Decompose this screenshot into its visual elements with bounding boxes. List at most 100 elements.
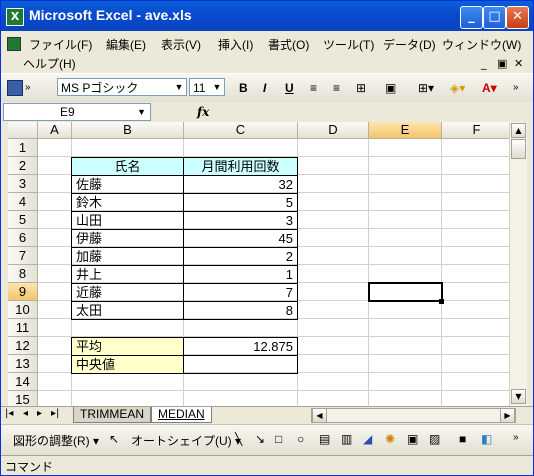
vertical-textbox-icon[interactable]: ▥ — [341, 432, 352, 446]
merge-center-icon[interactable]: ⊞ — [356, 78, 366, 98]
row-header-14[interactable]: 14 — [8, 373, 38, 391]
table-cell-name[interactable]: 佐藤 — [71, 175, 184, 194]
worksheet-grid[interactable]: A B C D E F 1 2 3 4 5 6 7 8 9 10 11 12 1… — [8, 122, 509, 406]
currency-icon[interactable]: ▣ — [385, 78, 396, 98]
underline-button[interactable]: U — [285, 78, 294, 98]
menu-help[interactable]: ヘルプ(H) — [23, 55, 76, 72]
column-header-d[interactable]: D — [298, 122, 369, 139]
scroll-right-icon[interactable]: ▶ — [500, 408, 515, 423]
save-icon[interactable] — [7, 80, 23, 96]
prev-sheet-icon[interactable]: ◂ — [23, 408, 28, 419]
table-cell-name[interactable]: 井上 — [71, 265, 184, 284]
align-center-icon[interactable]: ≡ — [333, 78, 340, 98]
font-color-icon[interactable]: A▾ — [482, 78, 497, 98]
excel-app-icon[interactable]: X — [6, 8, 24, 26]
doc-minimize-icon[interactable]: _ — [481, 57, 487, 70]
menu-file[interactable]: ファイル(F) — [29, 36, 92, 53]
fill-handle[interactable] — [439, 299, 444, 304]
table-cell-count[interactable]: 45 — [183, 229, 298, 248]
row-header-3[interactable]: 3 — [8, 175, 38, 193]
table-cell-count[interactable]: 32 — [183, 175, 298, 194]
table-cell-name[interactable]: 近藤 — [71, 283, 184, 302]
select-all-corner[interactable] — [8, 122, 38, 139]
textbox-icon[interactable]: ▤ — [319, 432, 330, 446]
summary-value-median[interactable] — [183, 355, 298, 374]
table-cell-name[interactable]: 山田 — [71, 211, 184, 230]
row-header-1[interactable]: 1 — [8, 139, 38, 157]
column-header-c[interactable]: C — [184, 122, 298, 139]
workbook-icon[interactable] — [7, 37, 21, 51]
summary-label-average[interactable]: 平均 — [71, 337, 184, 356]
table-cell-name[interactable]: 伊藤 — [71, 229, 184, 248]
clipart-icon[interactable]: ▣ — [407, 432, 418, 446]
toolbar-options-icon[interactable]: » — [25, 78, 31, 98]
wordart-icon[interactable]: ◢ — [363, 432, 372, 446]
first-sheet-icon[interactable]: |◂ — [5, 408, 13, 419]
row-header-7[interactable]: 7 — [8, 247, 38, 265]
doc-close-icon[interactable]: ✕ — [514, 57, 523, 70]
table-cell-name[interactable]: 太田 — [71, 301, 184, 320]
menu-insert[interactable]: 挿入(I) — [218, 36, 253, 53]
row-header-2[interactable]: 2 — [8, 157, 38, 175]
vertical-scrollbar[interactable]: ▲ ▼ — [509, 122, 527, 406]
horizontal-scrollbar[interactable]: ◀ ▶ — [311, 408, 516, 423]
drawbar-more-icon[interactable]: » — [513, 432, 519, 443]
sheet-tab-median[interactable]: MEDIAN — [151, 407, 212, 423]
arrow-icon[interactable]: ↘ — [255, 432, 265, 446]
table-cell-count[interactable]: 1 — [183, 265, 298, 284]
row-header-6[interactable]: 6 — [8, 229, 38, 247]
table-header-name[interactable]: 氏名 — [71, 157, 184, 176]
menu-tools[interactable]: ツール(T) — [323, 36, 374, 53]
font-size-select[interactable]: 11 ▼ — [189, 78, 225, 96]
row-header-10[interactable]: 10 — [8, 301, 38, 319]
toolbar-more-icon[interactable]: » — [513, 78, 519, 98]
scroll-left-icon[interactable]: ◀ — [312, 408, 327, 423]
maximize-icon[interactable]: □ — [483, 6, 506, 29]
bold-button[interactable]: B — [239, 78, 248, 98]
active-cell-e9[interactable] — [368, 282, 443, 302]
sheet-tab-trimmean[interactable]: TRIMMEAN — [73, 407, 151, 423]
next-sheet-icon[interactable]: ▸ — [37, 408, 42, 419]
minimize-icon[interactable]: _ — [460, 6, 483, 29]
last-sheet-icon[interactable]: ▸| — [51, 408, 59, 419]
summary-label-median[interactable]: 中央値 — [71, 355, 184, 374]
font-name-select[interactable]: MS Pゴシック ▼ — [57, 78, 187, 96]
3d-icon[interactable]: ◧ — [481, 432, 492, 446]
diagram-icon[interactable]: ✺ — [385, 432, 395, 446]
name-box[interactable]: E9 ▼ — [3, 103, 151, 121]
row-header-11[interactable]: 11 — [8, 319, 38, 337]
table-cell-name[interactable]: 鈴木 — [71, 193, 184, 212]
line-icon[interactable]: ╲ — [235, 432, 242, 446]
row-header-12[interactable]: 12 — [8, 337, 38, 355]
cursor-icon[interactable]: ↖ — [109, 432, 119, 446]
borders-icon[interactable]: ⊞▾ — [418, 78, 434, 98]
row-header-4[interactable]: 4 — [8, 193, 38, 211]
column-header-b[interactable]: B — [72, 122, 184, 139]
row-header-9[interactable]: 9 — [8, 283, 38, 301]
table-cell-count[interactable]: 8 — [183, 301, 298, 320]
close-icon[interactable]: ✕ — [506, 6, 529, 29]
table-cell-count[interactable]: 5 — [183, 193, 298, 212]
row-header-13[interactable]: 13 — [8, 355, 38, 373]
fx-icon[interactable]: fx — [197, 105, 209, 119]
picture-icon[interactable]: ▨ — [429, 432, 440, 446]
table-header-count[interactable]: 月間利用回数 — [183, 157, 298, 176]
italic-button[interactable]: I — [263, 78, 266, 98]
fill-color-icon[interactable]: ◈▾ — [450, 78, 465, 98]
scroll-down-icon[interactable]: ▼ — [511, 389, 526, 404]
column-header-a[interactable]: A — [38, 122, 72, 139]
table-cell-count[interactable]: 2 — [183, 247, 298, 266]
scroll-up-icon[interactable]: ▲ — [511, 123, 526, 138]
autoshape-menu-button[interactable]: オートシェイプ(U) ▾ — [131, 432, 241, 449]
doc-restore-icon[interactable]: ▣ — [497, 57, 507, 70]
menu-data[interactable]: データ(D) — [383, 36, 436, 53]
menu-window[interactable]: ウィンドウ(W) — [442, 36, 521, 53]
draw-menu-button[interactable]: 図形の調整(R) ▾ — [13, 432, 99, 449]
scroll-thumb[interactable] — [511, 139, 526, 159]
menu-view[interactable]: 表示(V) — [161, 36, 201, 53]
row-header-5[interactable]: 5 — [8, 211, 38, 229]
rectangle-icon[interactable]: □ — [275, 432, 282, 446]
title-bar[interactable]: X Microsoft Excel - ave.xls _ □ ✕ — [1, 1, 533, 31]
summary-value-average[interactable]: 12.875 — [183, 337, 298, 356]
menu-format[interactable]: 書式(O) — [268, 36, 309, 53]
